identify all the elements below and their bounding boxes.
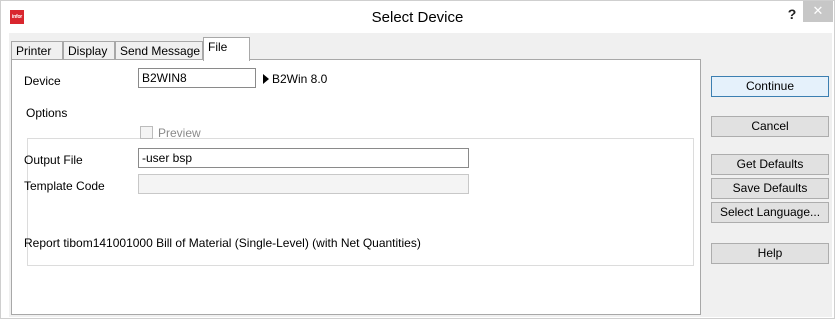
device-description: B2Win 8.0 xyxy=(272,72,328,86)
output-file-field[interactable]: -user bsp xyxy=(138,148,469,168)
report-description: Report tibom141001000 Bill of Material (… xyxy=(24,236,421,250)
template-code-label: Template Code xyxy=(24,179,105,193)
preview-checkbox[interactable] xyxy=(140,126,153,139)
options-label: Options xyxy=(24,106,70,120)
help-button[interactable]: Help xyxy=(711,243,829,264)
title-bar: infor Select Device ? ✕ xyxy=(1,1,834,33)
select-device-dialog: infor Select Device ? ✕ Printer Display … xyxy=(0,0,835,319)
continue-button[interactable]: Continue xyxy=(711,76,829,97)
save-defaults-button[interactable]: Save Defaults xyxy=(711,178,829,199)
device-label: Device xyxy=(24,74,61,88)
get-defaults-button[interactable]: Get Defaults xyxy=(711,154,829,175)
tab-send-message[interactable]: Send Message xyxy=(115,41,203,61)
select-language-button[interactable]: Select Language... xyxy=(711,202,829,223)
file-tab-panel: Device B2WIN8 B2Win 8.0 Options Preview … xyxy=(11,59,701,315)
tab-display[interactable]: Display xyxy=(63,41,115,61)
window-title: Select Device xyxy=(371,9,464,26)
close-icon[interactable]: ✕ xyxy=(803,1,833,22)
tab-file[interactable]: File xyxy=(203,37,250,61)
device-field[interactable]: B2WIN8 xyxy=(138,68,256,88)
help-icon[interactable]: ? xyxy=(784,5,800,23)
device-arrow-icon xyxy=(263,74,269,84)
tab-printer[interactable]: Printer xyxy=(11,41,63,61)
output-file-label: Output File xyxy=(24,153,83,167)
dialog-client-area: Printer Display Send Message File Device… xyxy=(9,33,832,317)
cancel-button[interactable]: Cancel xyxy=(711,116,829,137)
preview-label: Preview xyxy=(158,126,201,140)
template-code-field[interactable] xyxy=(138,174,469,194)
